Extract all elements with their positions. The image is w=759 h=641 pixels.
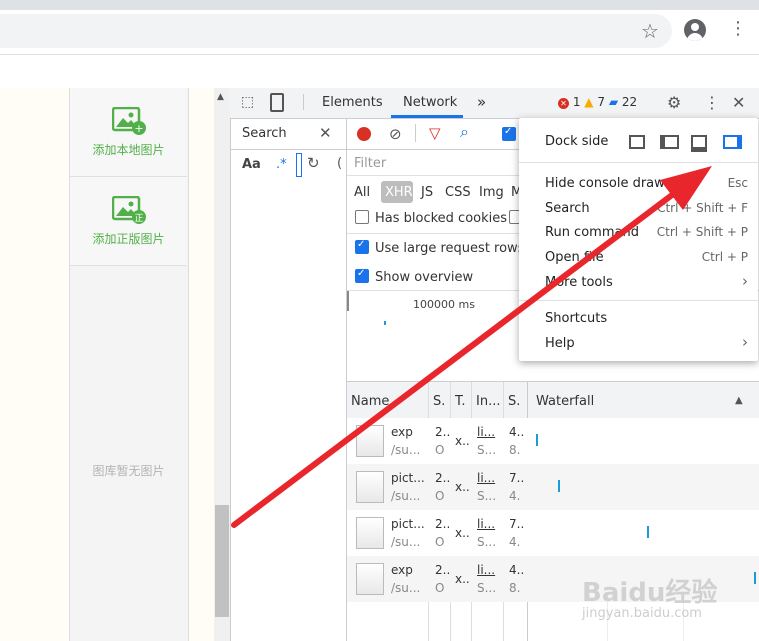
annotation-arrow — [231, 166, 712, 528]
